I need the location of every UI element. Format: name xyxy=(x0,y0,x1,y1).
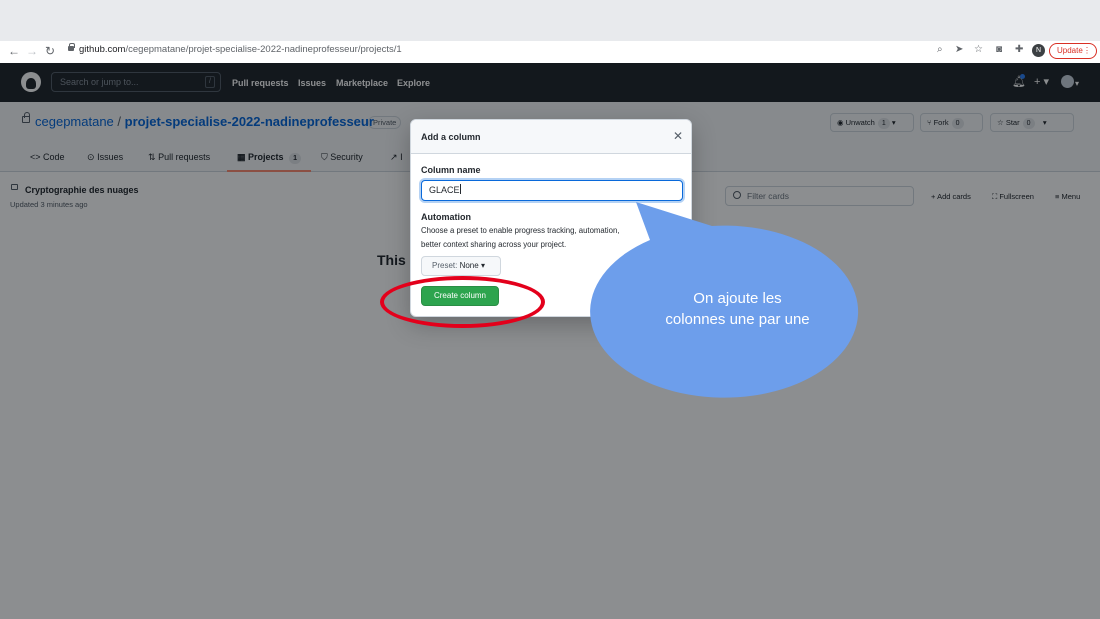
screenshot-stage: ← → ↻ github.com/cegepmatane/projet-spec… xyxy=(0,0,1100,619)
bubble-text-line2: colonnes une par une xyxy=(665,311,810,328)
speech-bubble xyxy=(590,202,859,398)
bubble-text-line1: On ajoute les xyxy=(693,290,782,307)
bubble-text: On ajoute les colonnes une par une xyxy=(630,288,845,330)
